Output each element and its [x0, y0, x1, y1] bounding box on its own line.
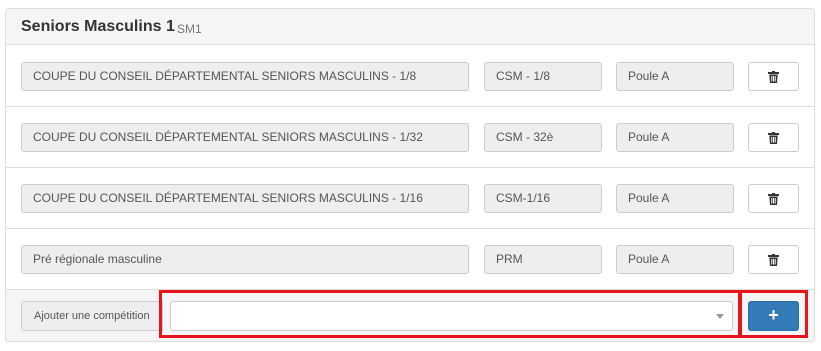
team-name: Seniors Masculins 1 [21, 18, 175, 35]
team-code: SM1 [177, 22, 202, 36]
add-competition-button[interactable]: + [748, 301, 799, 331]
competition-name-field[interactable]: COUPE DU CONSEIL DÉPARTEMENTAL SENIORS M… [21, 62, 469, 91]
row-divider [6, 106, 814, 107]
row-divider [6, 167, 814, 168]
delete-competition-button[interactable] [748, 245, 799, 274]
trash-icon [768, 253, 779, 266]
competition-code-field[interactable]: CSM - 1/8 [484, 62, 602, 91]
competition-code-field[interactable]: CSM - 32è [484, 123, 602, 152]
trash-icon [768, 192, 779, 205]
competition-pool-field[interactable]: Poule A [616, 62, 734, 91]
panel-heading: Seniors Masculins 1 SM1 [6, 9, 814, 45]
trash-icon [768, 70, 779, 83]
delete-competition-button[interactable] [748, 123, 799, 152]
competition-code-field[interactable]: PRM [484, 245, 602, 274]
team-panel: Seniors Masculins 1 SM1 COUPE DU CONSEIL… [5, 8, 815, 342]
caret-down-icon [716, 314, 724, 319]
delete-competition-button[interactable] [748, 62, 799, 91]
trash-icon [768, 131, 779, 144]
competition-code-field[interactable]: CSM-1/16 [484, 184, 602, 213]
row-divider [6, 228, 814, 229]
competition-name-field[interactable]: COUPE DU CONSEIL DÉPARTEMENTAL SENIORS M… [21, 123, 469, 152]
add-competition-label: Ajouter une compétition [21, 301, 163, 331]
competition-pool-field[interactable]: Poule A [616, 245, 734, 274]
competition-name-field[interactable]: Pré régionale masculine [21, 245, 469, 274]
add-competition-row: Ajouter une compétition + [6, 290, 814, 341]
delete-competition-button[interactable] [748, 184, 799, 213]
competition-pool-field[interactable]: Poule A [616, 123, 734, 152]
competition-pool-field[interactable]: Poule A [616, 184, 734, 213]
competition-select[interactable] [170, 301, 733, 331]
competition-name-field[interactable]: COUPE DU CONSEIL DÉPARTEMENTAL SENIORS M… [21, 184, 469, 213]
